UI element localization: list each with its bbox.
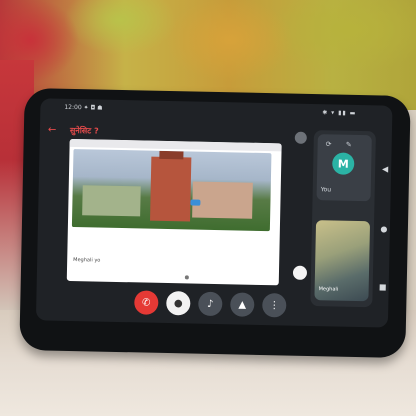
mic-button[interactable]: ♪	[198, 291, 223, 317]
self-avatar: M	[332, 152, 355, 175]
smart-display-device: 12:00 ✦ ◘ ☗ ✱ ▾ ▮▮ ▬ ← सुनेसिट ? Meghali…	[19, 87, 411, 359]
photo-building-right	[192, 181, 253, 219]
shared-photo	[71, 149, 272, 232]
side-action-button[interactable]	[292, 265, 308, 280]
self-tile-label: You	[320, 186, 332, 194]
call-title: सुनेसिट ?	[69, 125, 99, 136]
end-call-button[interactable]: ✆	[134, 290, 159, 315]
shared-photo-card[interactable]: Meghali yo	[66, 138, 282, 286]
self-video-tile[interactable]: ⟳ ✎ M You	[316, 134, 372, 202]
status-icons: ✱ ▾ ▮▮ ▬	[322, 109, 357, 117]
effects-button[interactable]: ●	[166, 291, 191, 316]
system-nav-bar: ◀ ● ■	[379, 164, 392, 295]
remote-video-tile[interactable]: Meghali	[314, 220, 371, 302]
nav-recents-icon[interactable]: ■	[379, 282, 387, 291]
remote-tile-label: Meghali	[318, 286, 339, 293]
page-indicator	[184, 275, 189, 280]
video-call-screen: 12:00 ✦ ◘ ☗ ✱ ▾ ▮▮ ▬ ← सुनेसिट ? Meghali…	[35, 98, 393, 328]
photo-building-tower	[150, 156, 192, 222]
status-time: 12:00 ✦ ◘ ☗	[64, 103, 103, 112]
back-arrow-icon[interactable]: ←	[48, 124, 57, 135]
nav-home-icon[interactable]: ●	[380, 224, 388, 233]
participants-panel: ⟳ ✎ M You Meghali	[310, 130, 376, 308]
sender-label: Meghali yo	[73, 257, 101, 264]
camera-button[interactable]: ▲	[230, 292, 255, 317]
tile-controls-icon[interactable]: ⟳ ✎	[326, 140, 358, 149]
more-options-button[interactable]: ⋮	[262, 293, 287, 318]
call-controls: ✆ ● ♪ ▲ ⋮	[134, 290, 295, 319]
settings-icon[interactable]	[294, 131, 307, 144]
nav-back-icon[interactable]: ◀	[381, 164, 389, 173]
photo-marker-icon	[190, 199, 201, 206]
photo-building-left	[82, 185, 141, 217]
